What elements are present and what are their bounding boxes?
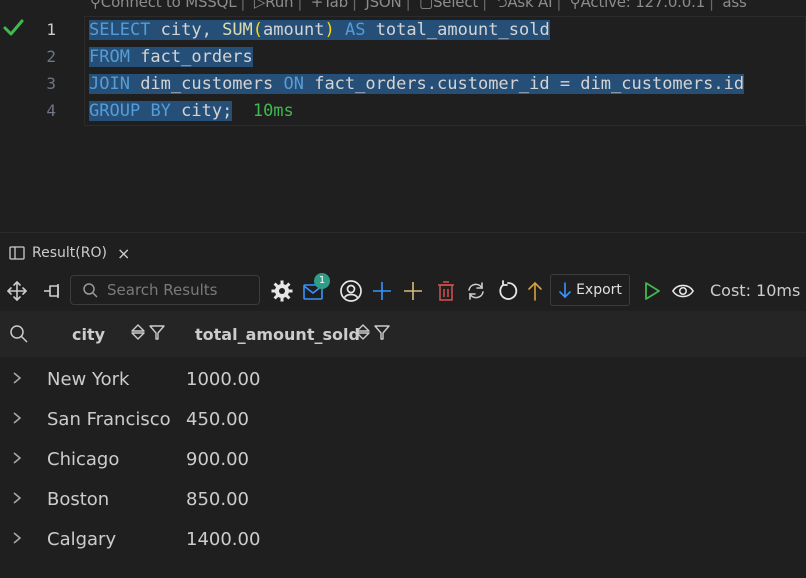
code-line-1[interactable]: 1 SELECT city, SUM(amount) AS total_amou…: [0, 16, 806, 43]
codelens-connect[interactable]: Connect to MSSQL: [101, 0, 237, 11]
cell-city: Boston: [47, 489, 110, 510]
tab-result[interactable]: Result(RO) ×: [8, 241, 130, 265]
table-row[interactable]: San Francisco 450.00: [0, 399, 806, 439]
codelens-active[interactable]: Active: 127.0.0.1: [581, 0, 706, 11]
split-panel-icon: [9, 246, 25, 260]
table-row[interactable]: New York 1000.00: [0, 359, 806, 399]
arrow-down-icon: [559, 282, 571, 299]
results-panel: Result(RO) × Search Results 1 Export Cos…: [0, 232, 806, 578]
close-icon[interactable]: ×: [117, 244, 130, 263]
table-row[interactable]: Boston 850.00: [0, 479, 806, 519]
exec-time: 10ms: [252, 101, 294, 121]
move-icon[interactable]: [5, 279, 29, 303]
codelens-json[interactable]: JSON: [365, 0, 401, 11]
cell-city: San Francisco: [47, 409, 171, 430]
refresh-icon[interactable]: [496, 279, 520, 303]
add-row-icon[interactable]: [370, 279, 394, 303]
codelens-run[interactable]: Run: [265, 0, 293, 11]
export-button[interactable]: Export: [550, 274, 630, 306]
cell-total: 850.00: [186, 489, 249, 510]
code-text: JOIN dim_customers ON fact_orders.custom…: [89, 74, 745, 94]
column-header-total[interactable]: total_amount_sold: [195, 325, 360, 344]
grid-header: city total_amount_sold: [0, 311, 806, 357]
codelens-select[interactable]: Select: [433, 0, 478, 11]
code-text: SELECT city, SUM(amount) AS total_amount…: [89, 20, 550, 40]
line-number: 3: [46, 74, 56, 93]
search-icon[interactable]: [9, 324, 29, 344]
sort-icon[interactable]: [130, 323, 146, 341]
search-icon: [83, 283, 98, 298]
chevron-right-icon[interactable]: [10, 371, 24, 385]
codelens-bar: ⚲Connect to MSSQL | ▷Run | +Tab | JSON | ▢Se…: [90, 0, 747, 14]
cell-total: 1400.00: [186, 529, 261, 550]
pin-small-icon: ⚲: [569, 0, 581, 11]
cost-label: Cost: 10ms: [710, 281, 801, 300]
sql-editor[interactable]: ⚲Connect to MSSQL | ▷Run | +Tab | JSON | ▢Se…: [0, 0, 806, 232]
trash-icon[interactable]: [434, 279, 458, 303]
filter-icon[interactable]: [373, 323, 391, 341]
line-number: 4: [46, 101, 56, 120]
select-small-icon: ▢: [419, 0, 433, 11]
sort-icon[interactable]: [355, 323, 371, 341]
run-small-icon: ▷: [253, 0, 266, 11]
line-number: 1: [46, 20, 56, 39]
cell-city: New York: [47, 369, 130, 390]
codelens-tab[interactable]: Tab: [323, 0, 348, 11]
table-row[interactable]: Calgary 1400.00: [0, 519, 806, 559]
line-number: 2: [46, 47, 56, 66]
tab-label: Result(RO): [32, 245, 107, 261]
total-sort-filter: [355, 323, 391, 341]
cell-city: Chicago: [47, 449, 120, 470]
chevron-right-icon[interactable]: [10, 531, 24, 545]
add-column-icon[interactable]: [401, 279, 425, 303]
notification-badge: 1: [314, 273, 330, 289]
results-toolbar: 1: [0, 273, 806, 309]
sync-icon[interactable]: [464, 279, 488, 303]
chat-small-icon: ⮌: [495, 0, 508, 11]
chevron-right-icon[interactable]: [10, 411, 24, 425]
user-circle-icon[interactable]: [339, 279, 363, 303]
arrow-up-icon[interactable]: [523, 279, 547, 303]
gear-icon[interactable]: [270, 279, 294, 303]
table-row[interactable]: Chicago 900.00: [0, 439, 806, 479]
codelens-ask-ai[interactable]: Ask AI: [507, 0, 552, 11]
chevron-right-icon[interactable]: [10, 491, 24, 505]
check-icon: [3, 19, 24, 36]
column-header-city[interactable]: city: [72, 325, 105, 344]
search-box[interactable]: [70, 275, 260, 305]
plus-small-icon: +: [310, 0, 324, 11]
cell-total: 1000.00: [186, 369, 261, 390]
code-text: FROM fact_orders: [89, 47, 253, 67]
codelens-more[interactable]: ass: [722, 0, 746, 11]
chevron-right-icon[interactable]: [10, 451, 24, 465]
filter-icon[interactable]: [148, 323, 166, 341]
plug-icon: ⚲: [90, 0, 101, 11]
cell-total: 900.00: [186, 449, 249, 470]
eye-icon[interactable]: [671, 279, 695, 303]
code-line-4[interactable]: 4 GROUP BY city; 10ms: [0, 97, 806, 124]
pin-icon[interactable]: [41, 279, 65, 303]
code-text: GROUP BY city; 10ms: [89, 101, 294, 121]
code-line-3[interactable]: 3 JOIN dim_customers ON fact_orders.cust…: [0, 70, 806, 97]
export-label: Export: [576, 282, 622, 298]
cell-city: Calgary: [47, 529, 117, 550]
city-sort-filter: [130, 323, 166, 341]
cell-total: 450.00: [186, 409, 249, 430]
search-input[interactable]: [105, 280, 259, 300]
code-line-2[interactable]: 2 FROM fact_orders: [0, 43, 806, 70]
play-icon[interactable]: [640, 279, 664, 303]
